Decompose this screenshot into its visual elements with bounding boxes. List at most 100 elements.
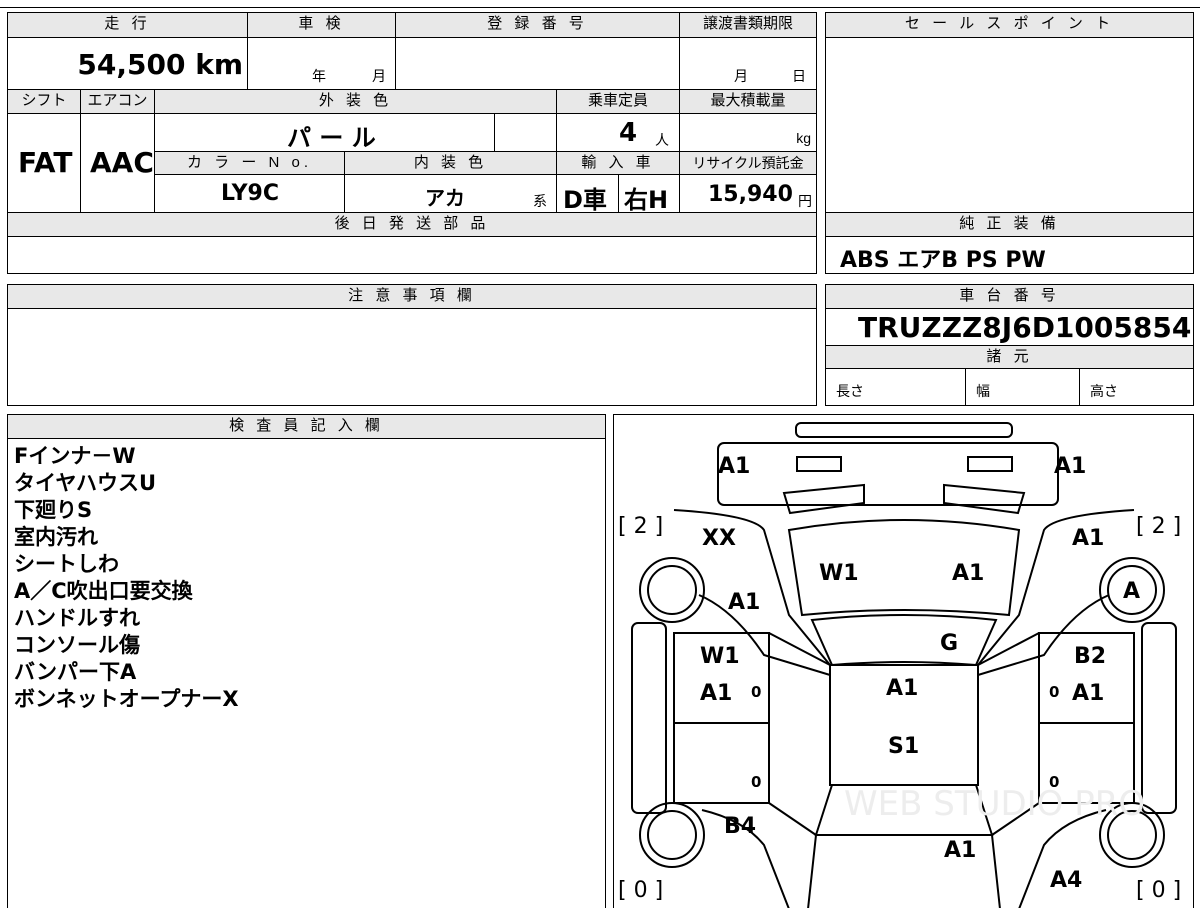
inspector-note: A／C吹出口要交換 bbox=[14, 579, 193, 603]
inspector-notes-list: Fインナ－W タイヤハウスU 下廻りS 室内汚れ シートしわ A／C吹出口要交換… bbox=[14, 443, 239, 713]
inspector-note: 下廻りS bbox=[14, 498, 93, 522]
registration-cell bbox=[395, 37, 680, 90]
colorno-cell: LY9C bbox=[154, 174, 345, 213]
import-cell-1: D車 bbox=[556, 174, 619, 214]
grille-left-shape bbox=[782, 483, 865, 515]
transfer-day: 日 bbox=[792, 68, 806, 84]
inspector-note: Fインナ－W bbox=[14, 444, 136, 468]
spec-length-label: 長さ bbox=[836, 383, 864, 399]
maxload-cell: kg bbox=[679, 113, 817, 152]
shift-value: FAT bbox=[18, 146, 73, 179]
code-tire-rr: [ 0 ] bbox=[1136, 878, 1181, 903]
top-strip bbox=[0, 0, 1200, 8]
inspection-month: 月 bbox=[372, 68, 386, 84]
skirt-left-shape bbox=[631, 622, 667, 814]
headlight-left-shape bbox=[796, 456, 842, 472]
import-header: 輸 入 車 bbox=[556, 151, 680, 175]
ext-color-extra bbox=[494, 113, 557, 152]
grille-right-shape bbox=[943, 483, 1026, 515]
code-small-fl: 0 bbox=[751, 683, 761, 701]
capacity-unit: 人 bbox=[655, 132, 669, 148]
spec-width-label: 幅 bbox=[976, 383, 990, 399]
later-parts-header: 後 日 発 送 部 品 bbox=[7, 212, 817, 237]
import-value-2: 右H bbox=[624, 186, 669, 214]
recycle-unit: 円 bbox=[798, 193, 812, 209]
colorno-value: LY9C bbox=[221, 181, 279, 206]
chassis-header: 車 台 番 号 bbox=[825, 284, 1194, 309]
mileage-header: 走 行 bbox=[7, 12, 248, 38]
sales-header: セ ー ル ス ポ イ ン ト bbox=[825, 12, 1194, 38]
transfer-month: 月 bbox=[734, 68, 748, 84]
code-small-rr: 0 bbox=[1049, 773, 1059, 791]
front-bumper-shape bbox=[795, 422, 1013, 438]
code-rear-right: A4 bbox=[1050, 868, 1082, 893]
spec-height-cell: 高さ bbox=[1079, 368, 1194, 406]
code-wheel-right: A bbox=[1123, 579, 1140, 604]
maxload-unit: kg bbox=[796, 130, 811, 146]
code-small-rl: 0 bbox=[751, 773, 761, 791]
capacity-cell: 4 人 bbox=[556, 113, 680, 152]
inspector-note: シートしわ bbox=[14, 552, 119, 576]
spec-width-cell: 幅 bbox=[965, 368, 1080, 406]
ext-color-header: 外 装 色 bbox=[154, 89, 557, 114]
spec-header: 諸 元 bbox=[825, 345, 1194, 369]
ext-color-cell: パ ー ル bbox=[154, 113, 495, 152]
damage-diagram: WEB STUDIO PRO A1 A1 [ 2 ] [ 2 ] XX A1 W… bbox=[613, 414, 1194, 908]
wheel-rl-inner bbox=[647, 810, 697, 860]
code-tire-fl: [ 2 ] bbox=[618, 514, 663, 539]
wheel-fl-outer bbox=[639, 557, 705, 623]
inspector-note: 室内汚れ bbox=[14, 525, 98, 549]
equip-value: ABS エアB PS PW bbox=[840, 248, 1046, 273]
code-door-fl-1: W1 bbox=[700, 644, 740, 669]
quarter-right-shape bbox=[1018, 809, 1107, 908]
capacity-value: 4 bbox=[619, 118, 638, 148]
code-front-right: A1 bbox=[1054, 454, 1086, 479]
code-windshield: G bbox=[940, 631, 958, 656]
equip-cell: ABS エアB PS PW bbox=[825, 236, 1194, 274]
recycle-value: 15,940 bbox=[708, 182, 793, 207]
maxload-header: 最大積載量 bbox=[679, 89, 817, 114]
equip-header: 純 正 装 備 bbox=[825, 212, 1194, 237]
inspector-header: 検 査 員 記 入 欄 bbox=[7, 414, 606, 439]
code-roof-2: S1 bbox=[888, 734, 919, 759]
code-tire-fr: [ 2 ] bbox=[1136, 514, 1181, 539]
code-rear-left: B4 bbox=[724, 814, 756, 839]
sales-cell bbox=[825, 37, 1194, 213]
code-trunk: A1 bbox=[944, 838, 976, 863]
shift-header: シフト bbox=[7, 89, 81, 114]
code-door-fl-2: A1 bbox=[700, 681, 732, 706]
transfer-header: 譲渡書類期限 bbox=[679, 12, 817, 38]
inspector-note: ボンネットオープナーX bbox=[14, 687, 239, 711]
headlight-right-shape bbox=[967, 456, 1013, 472]
transfer-cell: 月 日 bbox=[679, 37, 817, 90]
watermark-text: WEB STUDIO PRO bbox=[844, 784, 1145, 824]
int-color-value: アカ bbox=[425, 186, 465, 210]
rear-pillar-left-line bbox=[768, 802, 817, 836]
inspection-header: 車 検 bbox=[247, 12, 396, 38]
car-diagram-svg: WEB STUDIO PRO A1 A1 [ 2 ] [ 2 ] XX A1 W… bbox=[618, 422, 1181, 908]
code-small-fr: 0 bbox=[1049, 683, 1059, 701]
chassis-value: TRUZZZ8J6D1005854 bbox=[858, 311, 1192, 344]
registration-header: 登 録 番 号 bbox=[395, 12, 680, 38]
code-front-left: A1 bbox=[718, 454, 750, 479]
int-color-header: 内 装 色 bbox=[344, 151, 557, 175]
code-roof: A1 bbox=[886, 676, 918, 701]
recycle-header: リサイクル預託金 bbox=[679, 151, 817, 175]
code-hood-right: A1 bbox=[952, 561, 984, 586]
code-fender-right-top: A1 bbox=[1072, 526, 1104, 551]
later-parts-cell bbox=[7, 236, 817, 274]
code-door-fr-2: A1 bbox=[1072, 681, 1104, 706]
inspection-cell: 年 月 bbox=[247, 37, 396, 90]
ac-cell: AAC bbox=[80, 113, 155, 213]
skirt-right-shape bbox=[1141, 622, 1177, 814]
import-value-1: D車 bbox=[563, 186, 607, 214]
inspector-cell: Fインナ－W タイヤハウスU 下廻りS 室内汚れ シートしわ A／C吹出口要交換… bbox=[7, 438, 606, 908]
door-rear-left-shape bbox=[673, 722, 770, 804]
inspector-note: バンパー下A bbox=[14, 660, 137, 684]
fender-right-shape bbox=[977, 509, 1135, 677]
ac-header: エアコン bbox=[80, 89, 155, 114]
code-fender-left: A1 bbox=[728, 590, 760, 615]
code-fender-left-top: XX bbox=[702, 526, 736, 551]
int-color-suffix: 系 bbox=[533, 193, 547, 209]
inspector-note: コンソール傷 bbox=[14, 633, 140, 657]
